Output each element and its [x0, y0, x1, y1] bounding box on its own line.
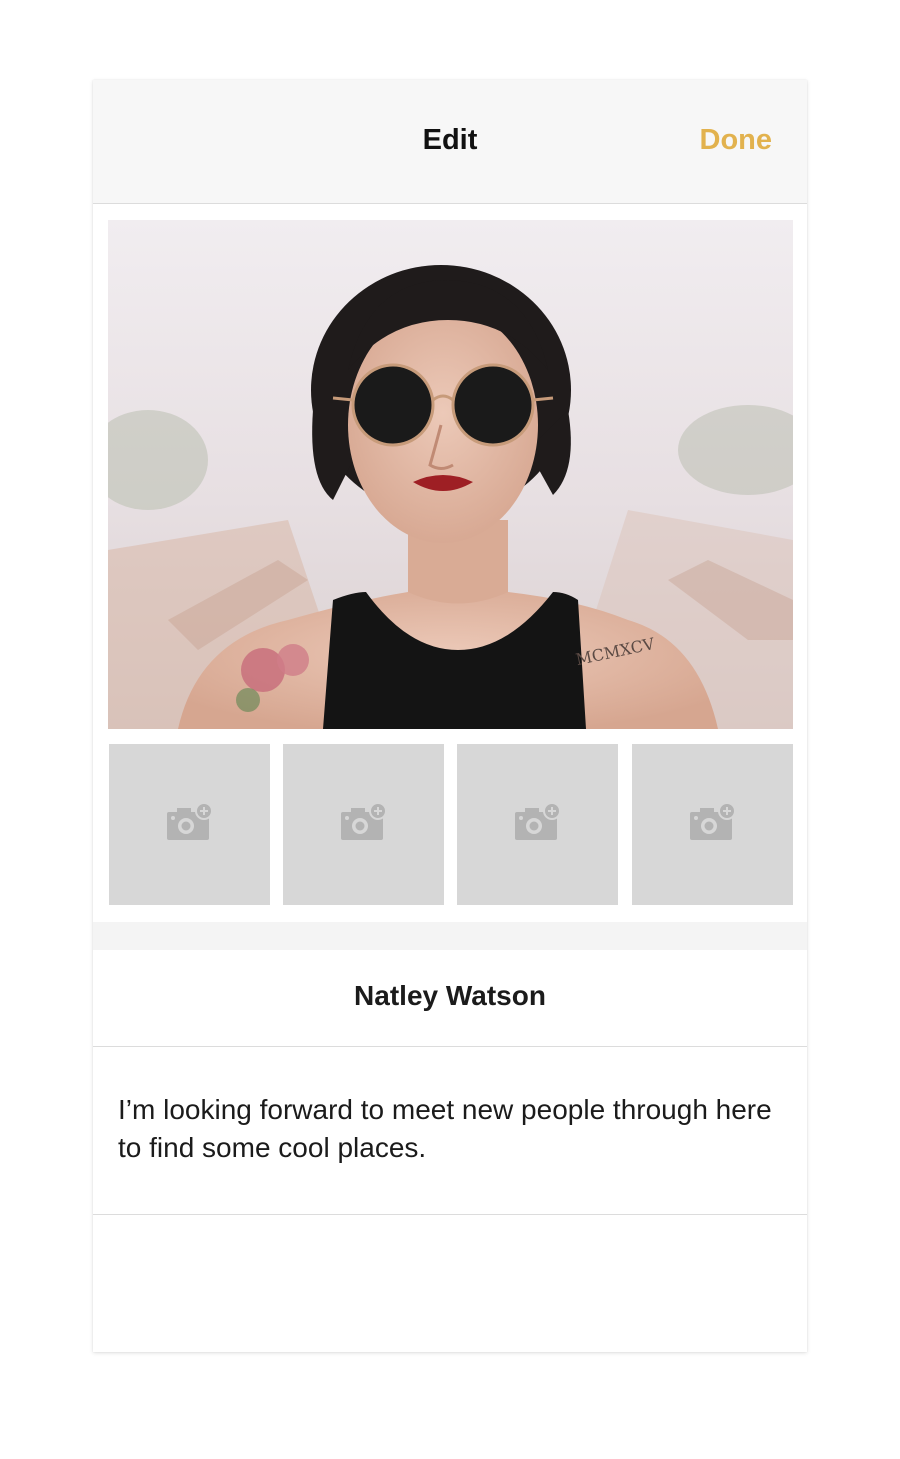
add-photo-camera-icon — [515, 802, 561, 840]
done-button[interactable]: Done — [700, 124, 773, 157]
add-photo-camera-icon — [167, 802, 213, 840]
photo-section: MCMXCV — [93, 204, 807, 922]
main-profile-photo[interactable]: MCMXCV — [108, 220, 793, 729]
section-divider — [93, 922, 807, 950]
profile-name: Natley Watson — [354, 980, 546, 1011]
bio-field[interactable]: I’m looking forward to meet new people t… — [93, 1047, 807, 1215]
add-photo-slot-1[interactable] — [109, 744, 270, 905]
add-photo-camera-icon — [690, 802, 736, 840]
nav-bar: Edit Done — [93, 80, 807, 204]
profile-bio: I’m looking forward to meet new people t… — [118, 1094, 772, 1163]
add-photo-camera-icon — [341, 802, 387, 840]
add-photo-slot-2[interactable] — [283, 744, 444, 905]
add-photo-slot-3[interactable] — [457, 744, 618, 905]
edit-profile-card: Edit Done MCMXCV Natley Watson I’m looki… — [93, 80, 807, 1352]
name-field[interactable]: Natley Watson — [93, 950, 807, 1047]
add-photo-slot-4[interactable] — [632, 744, 793, 905]
profile-photo-illustration: MCMXCV — [108, 220, 793, 729]
